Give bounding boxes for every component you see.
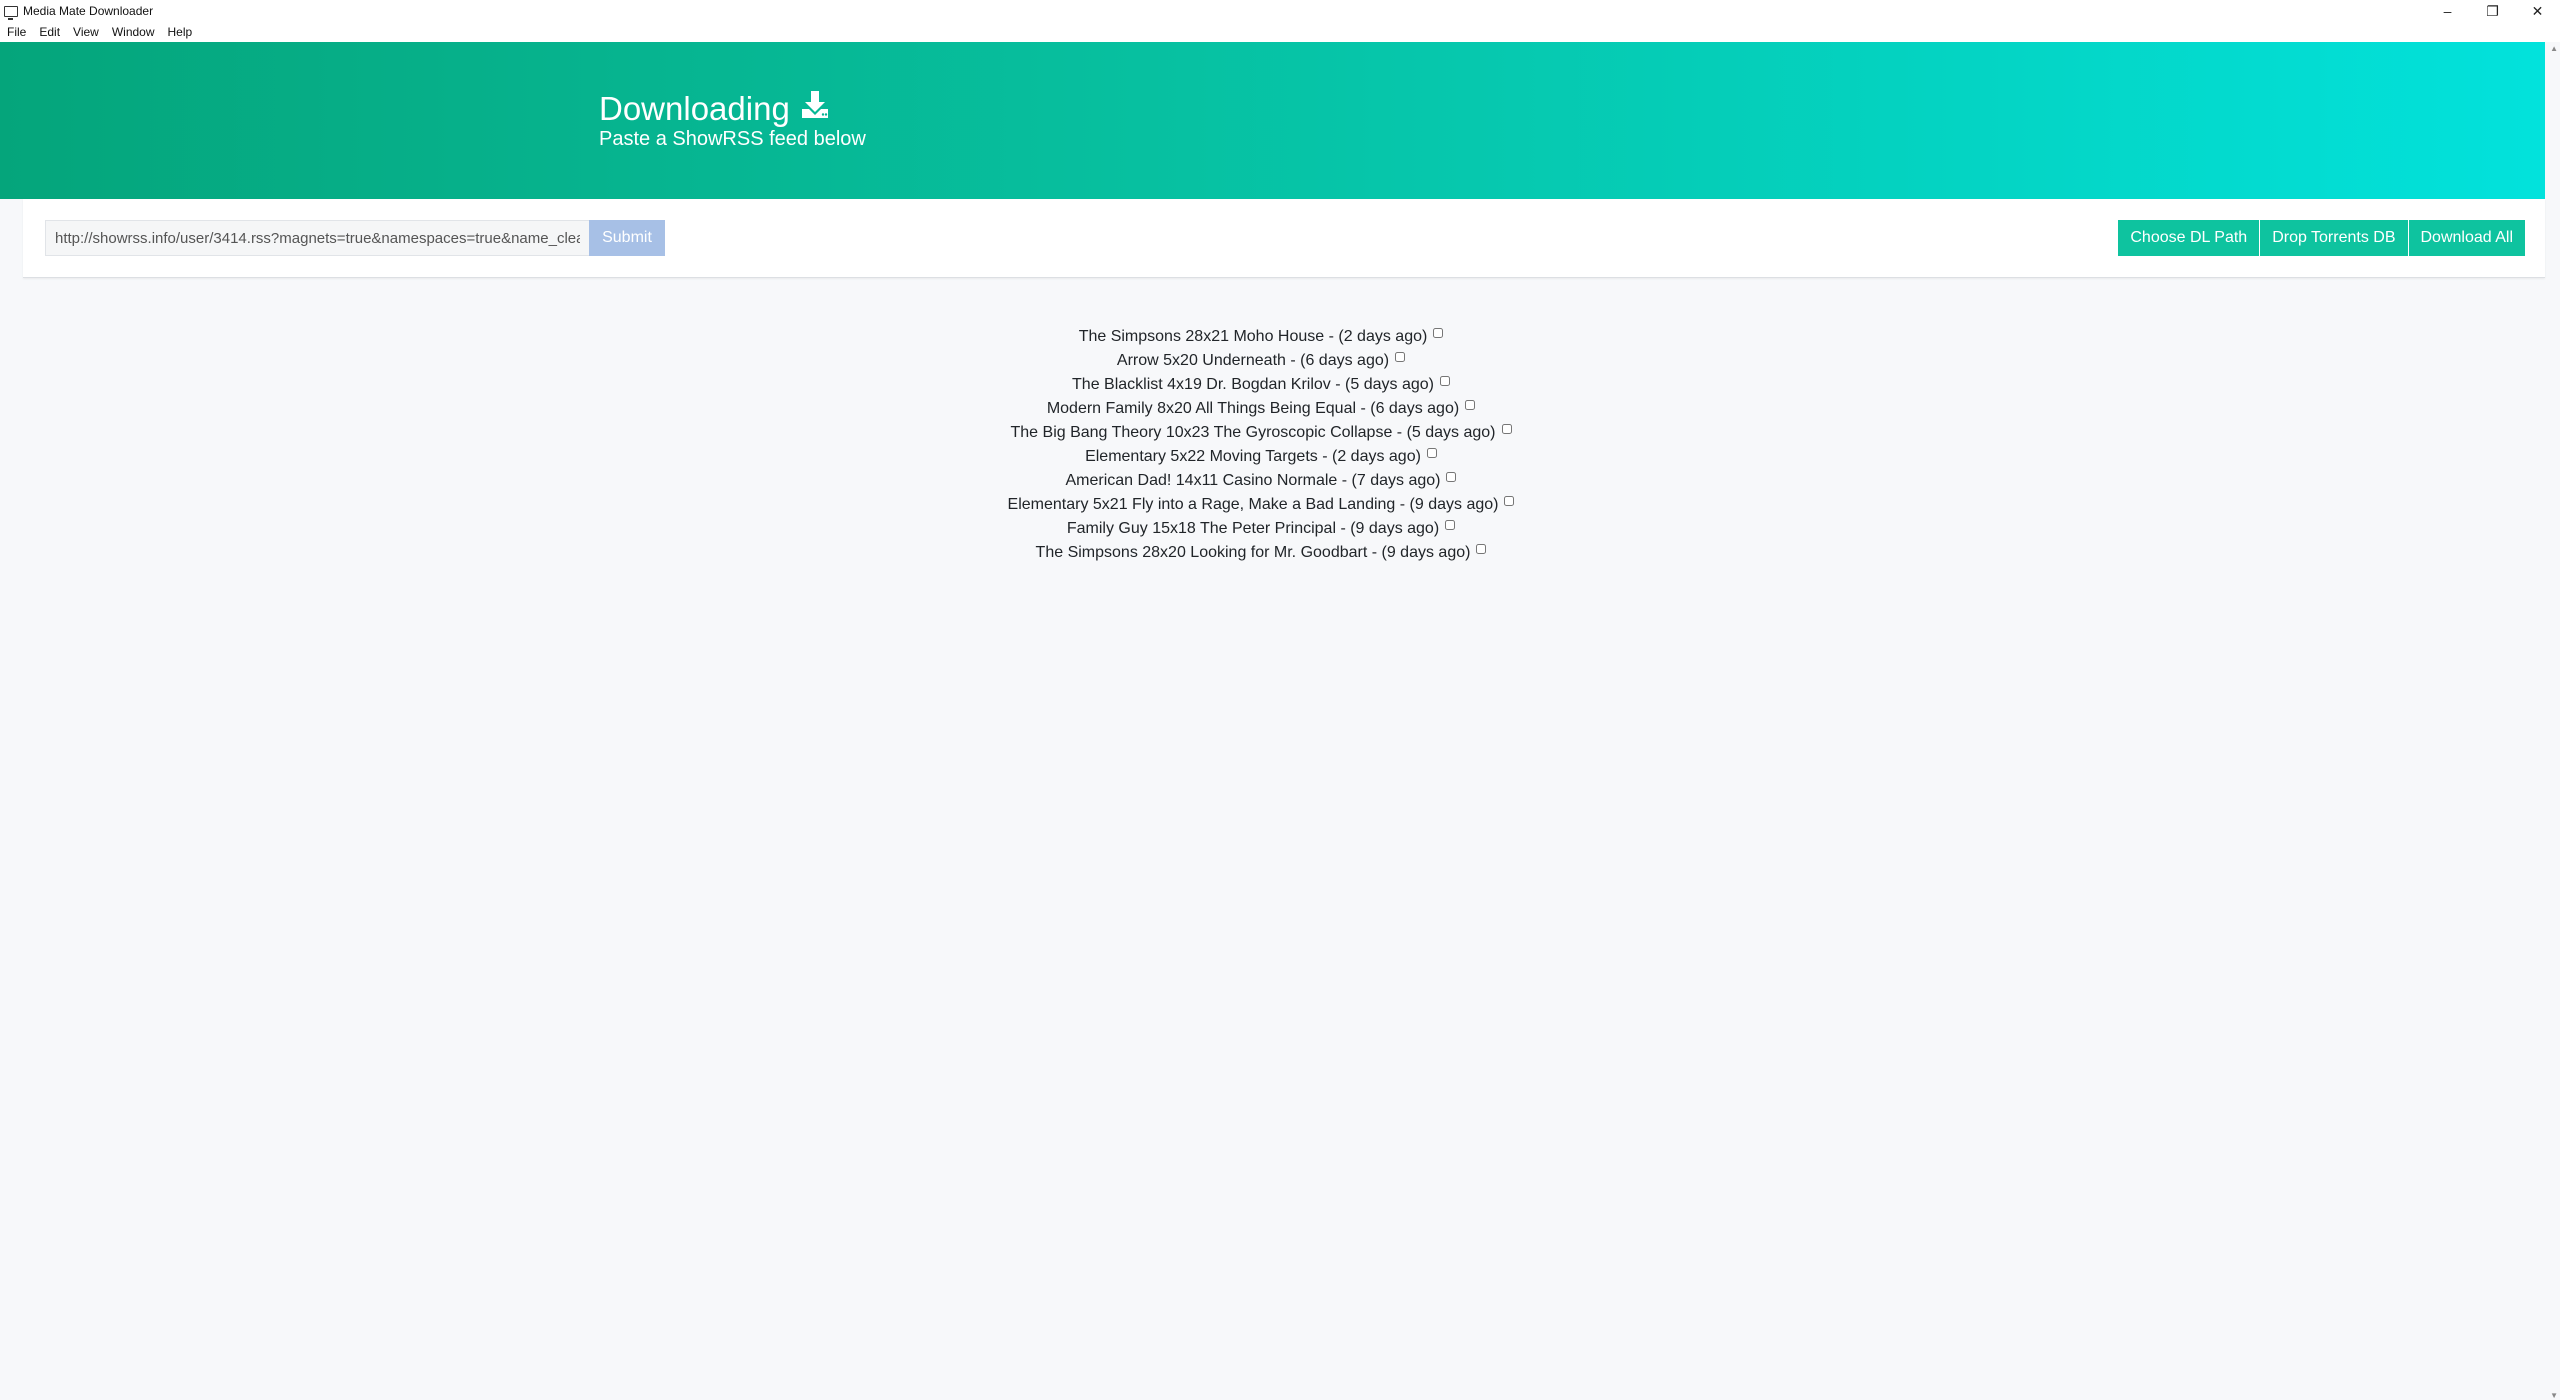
episode-label: Arrow 5x20 Underneath - (6 days ago) [1116,352,1390,369]
download-icon [801,91,828,118]
list-item: The Blacklist 4x19 Dr. Bogdan Krilov - (… [1072,373,1450,397]
menu-help[interactable]: Help [161,25,199,39]
episode-label: The Simpsons 28x21 Moho House - (2 days … [1078,328,1428,345]
hero-banner: Downloading Paste a ShowRSS feed below [0,42,2545,199]
drop-torrents-db-button[interactable]: Drop Torrents DB [2260,220,2408,256]
menu-window[interactable]: Window [105,25,161,39]
app-icon [4,5,18,20]
scroll-down-icon[interactable]: ▼ [2550,1391,2558,1400]
list-item: The Simpsons 28x21 Moho House - (2 days … [1079,325,1444,349]
restore-button[interactable]: ❐ [2470,0,2515,22]
list-item: Family Guy 15x18 The Peter Principal - (… [1066,517,1456,541]
hero-subtitle: Paste a ShowRSS feed below [599,128,866,150]
episode-label: The Simpsons 28x20 Looking for Mr. Goodb… [1035,544,1471,561]
feed-toolbar: Submit Choose DL Path Drop Torrents DB D… [23,199,2545,278]
submit-button[interactable]: Submit [589,220,665,256]
episode-label: The Blacklist 4x19 Dr. Bogdan Krilov - (… [1072,376,1434,393]
action-buttons: Choose DL Path Drop Torrents DB Download… [2117,220,2525,256]
list-item: Elementary 5x22 Moving Targets - (2 days… [1085,445,1437,469]
minimize-button[interactable]: – [2425,0,2470,22]
page-title: Downloading [599,90,790,127]
list-item: The Simpsons 28x20 Looking for Mr. Goodb… [1036,541,1487,565]
episode-label: Modern Family 8x20 All Things Being Equa… [1046,400,1460,417]
choose-dl-path-button[interactable]: Choose DL Path [2118,220,2260,256]
menu-view[interactable]: View [66,25,105,39]
episode-checkbox[interactable] [1439,376,1450,386]
episode-checkbox[interactable] [1465,400,1476,410]
episode-label: American Dad! 14x11 Casino Normale - (7 … [1065,472,1441,489]
menu-bar: File Edit View Window Help [0,22,2560,42]
list-item: Modern Family 8x20 All Things Being Equa… [1046,397,1476,421]
list-item: American Dad! 14x11 Casino Normale - (7 … [1066,469,1457,493]
menu-edit[interactable]: Edit [32,25,66,39]
episode-checkbox[interactable] [1504,496,1515,506]
episode-checkbox[interactable] [1433,328,1444,338]
episode-checkbox[interactable] [1446,472,1457,482]
episode-checkbox[interactable] [1501,424,1512,434]
episode-label: Elementary 5x21 Fly into a Rage, Make a … [1007,496,1499,513]
list-item: The Big Bang Theory 10x23 The Gyroscopic… [1011,421,1512,445]
episode-checkbox[interactable] [1395,352,1406,362]
episode-checkbox[interactable] [1426,448,1437,458]
episode-list: The Simpsons 28x21 Moho House - (2 days … [0,325,2522,565]
window-controls: – ❐ ✕ [2425,0,2560,22]
feed-url-input[interactable] [45,220,590,256]
episode-label: Family Guy 15x18 The Peter Principal - (… [1066,520,1440,537]
scroll-up-icon[interactable]: ▲ [2550,44,2558,53]
window-title: Media Mate Downloader [23,4,154,18]
title-bar: Media Mate Downloader – ❐ ✕ [0,0,2560,22]
download-all-button[interactable]: Download All [2408,220,2525,256]
close-button[interactable]: ✕ [2515,0,2560,22]
episode-checkbox[interactable] [1445,520,1456,530]
list-item: Arrow 5x20 Underneath - (6 days ago) [1116,349,1406,373]
episode-label: Elementary 5x22 Moving Targets - (2 days… [1085,448,1421,465]
list-item: Elementary 5x21 Fly into a Rage, Make a … [1008,493,1515,517]
episode-checkbox[interactable] [1476,544,1487,554]
hero-heading: Downloading [599,90,831,128]
menu-file[interactable]: File [0,25,32,39]
episode-label: The Big Bang Theory 10x23 The Gyroscopic… [1010,424,1496,441]
